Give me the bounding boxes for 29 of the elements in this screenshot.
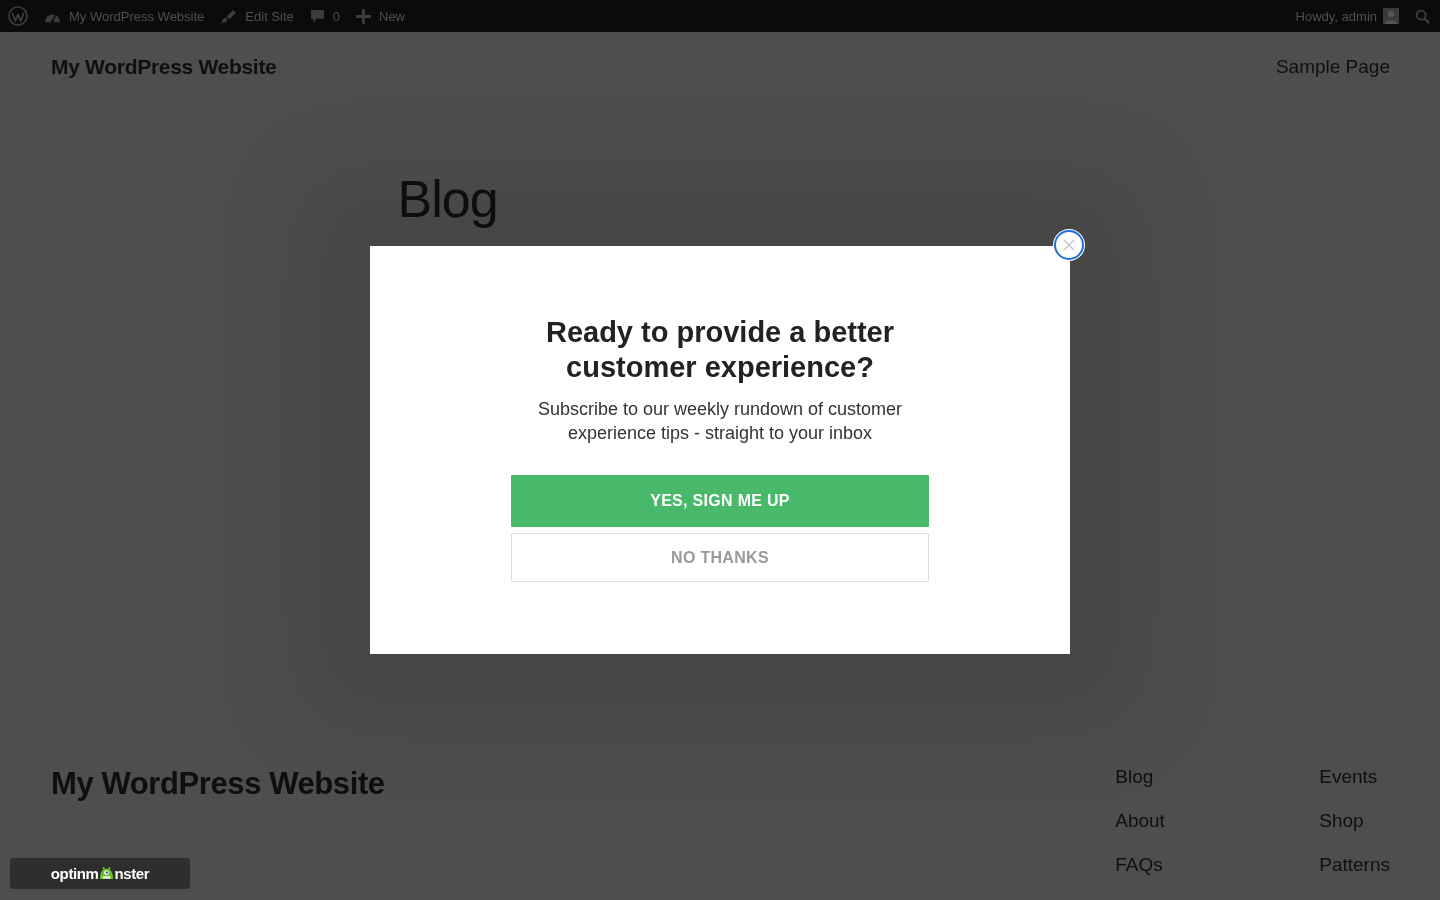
monster-icon bbox=[98, 867, 114, 880]
decline-button[interactable]: NO THANKS bbox=[511, 533, 929, 582]
site-title[interactable]: My WordPress Website bbox=[51, 55, 277, 79]
admin-bar-link[interactable]: Edit Site bbox=[212, 0, 302, 32]
popup-text: Subscribe to our weekly rundown of customer experience tips - straight to your inbox bbox=[536, 398, 904, 445]
footer-link[interactable]: About bbox=[1115, 809, 1320, 833]
search-icon bbox=[1415, 8, 1430, 24]
avatar-icon bbox=[1383, 8, 1399, 24]
signup-button[interactable]: YES, SIGN ME UP bbox=[511, 475, 929, 527]
close-button[interactable] bbox=[1054, 230, 1084, 260]
speech-bubble-icon bbox=[309, 8, 325, 24]
popup-title: Ready to provide a better customer experience? bbox=[544, 315, 896, 385]
brush-icon bbox=[220, 8, 238, 24]
footer-link[interactable]: FAQs bbox=[1115, 853, 1320, 877]
footer-link[interactable]: Shop bbox=[1319, 809, 1390, 833]
admin-bar-link[interactable]: My WordPress Website bbox=[36, 0, 213, 32]
admin-bar-link[interactable]: New bbox=[348, 0, 413, 32]
page-heading: Blog bbox=[397, 169, 499, 230]
logo-icon bbox=[8, 6, 28, 26]
close-icon bbox=[1063, 239, 1075, 251]
account-menu[interactable]: Howdy, admin bbox=[1287, 0, 1407, 32]
nav-link[interactable]: Sample Page bbox=[1275, 56, 1390, 77]
footer-link[interactable]: Blog bbox=[1115, 765, 1320, 789]
footer-link[interactable]: Events bbox=[1319, 765, 1390, 789]
plus-icon bbox=[356, 8, 371, 24]
footer-link[interactable]: Patterns bbox=[1319, 853, 1390, 877]
footer-site-title[interactable]: My WordPress Website bbox=[51, 764, 385, 804]
powered-by-badge[interactable]: optinm nster bbox=[10, 858, 190, 889]
admin-bar-link[interactable]: 0 bbox=[301, 0, 348, 32]
